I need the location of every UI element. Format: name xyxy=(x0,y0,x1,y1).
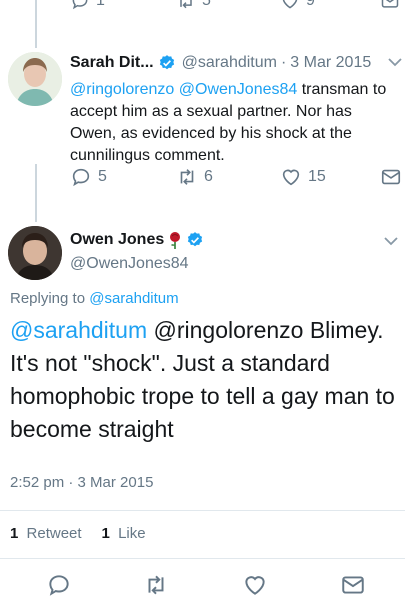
engagement-stats: 1 Retweet 1 Like xyxy=(10,525,166,542)
heart-icon xyxy=(282,0,298,9)
tweet-actions: 5 6 15 xyxy=(66,166,401,190)
reply-button[interactable] xyxy=(46,572,72,600)
verified-icon xyxy=(188,232,203,247)
rose-icon xyxy=(170,232,181,249)
mail-icon xyxy=(381,169,401,185)
retweets-label: Retweet xyxy=(26,525,82,542)
reply-icon xyxy=(72,0,88,10)
share-action[interactable] xyxy=(380,166,402,188)
author-row: Owen Jones xyxy=(70,231,204,249)
reply-icon xyxy=(49,575,69,596)
like-count: 15 xyxy=(308,168,326,185)
tweet-actions xyxy=(0,572,405,600)
retweet-action[interactable]: 6 xyxy=(176,166,213,188)
separator: · xyxy=(280,54,287,71)
mention-link[interactable]: @sarahditum xyxy=(10,317,147,343)
like-action[interactable]: 15 xyxy=(280,166,326,188)
mention-link[interactable]: @OwenJones84 xyxy=(179,81,298,98)
share-button[interactable] xyxy=(340,572,366,600)
retweet-icon xyxy=(180,169,194,185)
replying-to: Replying to @sarahditum xyxy=(10,290,179,307)
tweet-text: @ringolorenzo @OwenJones84 transman to a… xyxy=(70,79,400,167)
reply-action[interactable]: 1 xyxy=(70,0,105,11)
like-count: 9 xyxy=(306,0,315,9)
retweet-count: 5 xyxy=(202,0,211,9)
thread-line xyxy=(35,164,37,222)
reply-count: 5 xyxy=(98,168,107,185)
reply-icon xyxy=(72,168,90,187)
retweet-count: 6 xyxy=(204,168,213,185)
retweet-action[interactable]: 5 xyxy=(176,0,211,11)
like-action[interactable]: 9 xyxy=(280,0,315,11)
handle[interactable]: @OwenJones84 xyxy=(70,255,189,273)
divider xyxy=(0,510,405,511)
mention-link[interactable]: @ringolorenzo xyxy=(70,81,174,98)
mail-icon xyxy=(381,0,399,8)
retweet-button[interactable] xyxy=(143,572,169,600)
chevron-down-icon[interactable] xyxy=(383,235,399,247)
avatar[interactable] xyxy=(8,52,62,106)
divider xyxy=(0,558,405,559)
display-name[interactable]: Owen Jones xyxy=(70,231,164,249)
tweet-text: @sarahditum @ringolorenzo Blimey. It's n… xyxy=(10,314,400,446)
retweets-stat[interactable]: 1 Retweet xyxy=(10,525,82,542)
thread-line xyxy=(35,0,37,48)
mail-icon xyxy=(342,576,364,594)
replying-label: Replying to xyxy=(10,290,86,307)
chevron-down-icon[interactable] xyxy=(387,56,403,68)
likes-label: Like xyxy=(118,525,146,542)
replying-to-link[interactable]: @sarahditum xyxy=(89,290,178,307)
share-action[interactable] xyxy=(380,0,400,11)
likes-count: 1 xyxy=(101,525,110,542)
retweets-count: 1 xyxy=(10,525,19,542)
display-name[interactable]: Sarah Dit... xyxy=(70,54,154,72)
tweet-timestamp[interactable]: 2:52 pm · 3 Mar 2015 xyxy=(10,474,153,491)
reply-action[interactable]: 5 xyxy=(70,166,107,188)
likes-stat[interactable]: 1 Like xyxy=(102,525,146,542)
tweet-date[interactable]: 3 Mar 2015 xyxy=(290,54,371,72)
avatar[interactable] xyxy=(8,226,62,280)
verified-icon xyxy=(159,55,174,70)
reply-tweet-header: Sarah Dit... @sarahditum · 3 Mar 2015 xyxy=(70,54,400,72)
retweet-icon xyxy=(148,575,164,595)
heart-icon xyxy=(245,576,265,595)
retweet-icon xyxy=(180,0,192,9)
previous-tweet-actions: 1 5 9 xyxy=(66,0,401,13)
heart-icon xyxy=(282,169,300,186)
handle[interactable]: @sarahditum xyxy=(182,54,277,72)
like-button[interactable] xyxy=(242,572,268,600)
reply-count: 1 xyxy=(96,0,105,9)
